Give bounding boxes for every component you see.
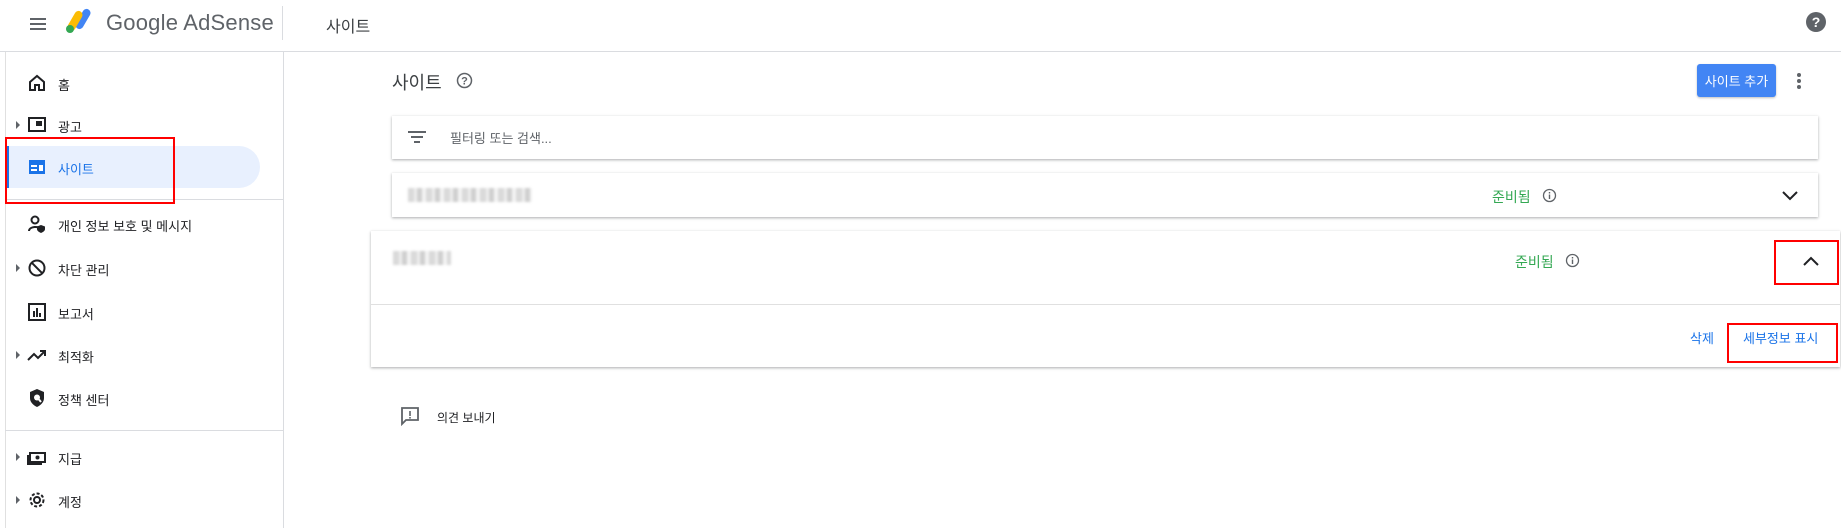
- ads-icon: [28, 117, 46, 132]
- sidebar-item-label: 개인 정보 보호 및 메시지: [58, 219, 193, 234]
- sidebar-item-label: 지급: [58, 452, 82, 467]
- expand-caret-icon[interactable]: [16, 121, 20, 129]
- sidebar-item-policy-center[interactable]: 정책 센터: [5, 377, 260, 419]
- sidebar-item-account[interactable]: 계정: [5, 479, 260, 521]
- sidebar-item-label: 보고서: [58, 307, 94, 322]
- filter-search-input[interactable]: [448, 124, 1752, 152]
- sidebar-item-label: 홈: [58, 78, 70, 93]
- highlight-box-sites-nav: [5, 137, 175, 204]
- policy-shield-icon: [30, 389, 44, 407]
- help-circle-icon[interactable]: ?: [1805, 11, 1827, 33]
- svg-text:?: ?: [461, 76, 468, 88]
- block-icon: [28, 259, 46, 277]
- sidebar-item-optimization[interactable]: 최적화: [5, 334, 260, 376]
- sidebar-item-label: 광고: [58, 120, 82, 135]
- sidebar-item-reports[interactable]: 보고서: [5, 291, 260, 333]
- sidebar-item-label: 계정: [58, 495, 82, 510]
- expand-caret-icon[interactable]: [16, 453, 20, 461]
- sidebar-item-label: 최적화: [58, 350, 94, 365]
- highlight-box-collapse: [1774, 240, 1839, 285]
- hamburger-menu-icon[interactable]: [27, 13, 49, 35]
- sidebar-item-blocking-controls[interactable]: 차단 관리: [5, 247, 260, 289]
- add-site-button[interactable]: 사이트 추가: [1697, 64, 1776, 97]
- expand-caret-icon[interactable]: [16, 264, 20, 272]
- expand-caret-icon[interactable]: [16, 496, 20, 504]
- site-row[interactable]: 준비됨: [392, 173, 1818, 217]
- page-title: 사이트: [392, 73, 442, 93]
- sidebar-divider: [5, 430, 283, 431]
- more-vert-icon[interactable]: [1792, 70, 1806, 92]
- site-status: 준비됨: [1515, 254, 1554, 270]
- expand-caret-icon[interactable]: [16, 351, 20, 359]
- header-divider: [282, 6, 283, 40]
- trending-up-icon: [27, 350, 46, 361]
- redacted-site-url: [408, 188, 532, 202]
- send-feedback-button[interactable]: 의견 보내기: [400, 405, 510, 431]
- top-app-bar: Google AdSense 사이트 ?: [0, 0, 1841, 52]
- delete-site-link[interactable]: 삭제: [1690, 328, 1714, 347]
- filter-list-icon[interactable]: [407, 129, 427, 145]
- info-icon[interactable]: [1565, 253, 1580, 268]
- card-divider: [371, 304, 1840, 305]
- sidebar-item-label: 정책 센터: [58, 393, 110, 408]
- app-name[interactable]: Google AdSense: [106, 10, 274, 36]
- info-icon[interactable]: [1542, 188, 1557, 203]
- sidebar-nav: 홈 광고 사이트 개인 정보 보호 및 메시지 차단 관리 보고서 최적화 정책…: [5, 52, 284, 528]
- sidebar-item-home[interactable]: 홈: [5, 62, 260, 104]
- site-status: 준비됨: [1492, 189, 1531, 205]
- sidebar-item-payments[interactable]: 지급: [5, 436, 260, 478]
- filter-bar: [392, 116, 1818, 159]
- feedback-icon: [401, 407, 419, 426]
- svg-text:?: ?: [1812, 14, 1821, 30]
- home-icon: [29, 74, 45, 91]
- adsense-logo-icon[interactable]: [65, 8, 95, 34]
- help-outline-icon[interactable]: ?: [456, 72, 473, 89]
- privacy-messaging-icon: [28, 215, 45, 233]
- header-page-title: 사이트: [326, 19, 371, 36]
- feedback-label: 의견 보내기: [437, 411, 496, 425]
- site-row-expanded: 준비됨 삭제 세부정보 표시: [371, 231, 1840, 367]
- payments-icon: [27, 452, 46, 465]
- chevron-down-icon[interactable]: [1781, 190, 1799, 202]
- highlight-box-details: [1727, 323, 1838, 363]
- redacted-site-url: [393, 251, 451, 265]
- sidebar-item-label: 차단 관리: [58, 263, 110, 278]
- settings-gear-icon: [29, 492, 45, 508]
- sidebar-item-privacy-messaging[interactable]: 개인 정보 보호 및 메시지: [5, 203, 260, 245]
- reports-icon: [28, 303, 46, 321]
